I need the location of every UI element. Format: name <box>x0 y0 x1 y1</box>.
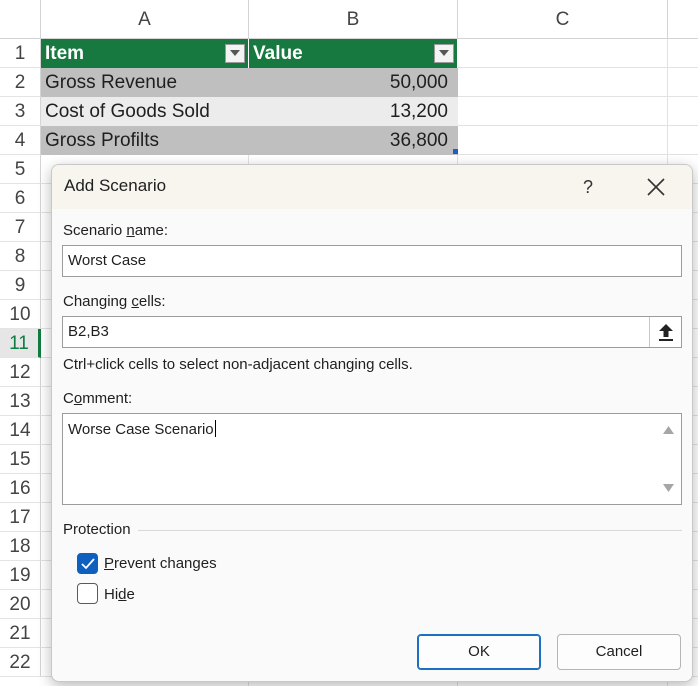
row-header[interactable]: 9 <box>0 271 41 300</box>
table-row-cell-value[interactable]: 13,200 <box>249 97 458 126</box>
row-header[interactable]: 20 <box>0 590 41 619</box>
table-row-cell-item[interactable]: Gross Profilts <box>41 126 249 155</box>
row-header[interactable]: 10 <box>0 300 41 329</box>
table-header-value[interactable]: Value <box>249 39 458 68</box>
row-header[interactable]: 4 <box>0 126 41 155</box>
column-header-a[interactable]: A <box>41 0 249 39</box>
table-resize-handle[interactable] <box>453 149 458 154</box>
hide-checkbox[interactable] <box>77 583 98 604</box>
close-button[interactable] <box>642 173 670 201</box>
changing-cells-value: B2,B3 <box>68 323 109 340</box>
row-header[interactable]: 1 <box>0 39 41 68</box>
row-header[interactable]: 17 <box>0 503 41 532</box>
changing-cells-hint: Ctrl+click cells to select non-adjacent … <box>63 356 413 373</box>
protection-heading: Protection <box>63 521 131 538</box>
prevent-changes-label[interactable]: Prevent changes <box>104 555 217 572</box>
add-scenario-dialog: Add Scenario ? Scenario name: Worst Case… <box>51 164 693 682</box>
protection-divider <box>138 530 682 531</box>
header-item-label: Item <box>45 43 85 64</box>
row-header[interactable]: 6 <box>0 184 41 213</box>
changing-cells-input[interactable]: B2,B3 <box>62 316 682 348</box>
row-header[interactable]: 3 <box>0 97 41 126</box>
checkmark-icon <box>81 558 95 570</box>
filter-dropdown-icon[interactable] <box>225 44 245 63</box>
upload-arrow-icon <box>659 324 673 341</box>
row-header[interactable]: 11 <box>0 329 41 358</box>
comment-scrollbar[interactable] <box>655 414 681 504</box>
row-header[interactable]: 19 <box>0 561 41 590</box>
row-header[interactable]: 14 <box>0 416 41 445</box>
row-header[interactable]: 2 <box>0 68 41 97</box>
prevent-changes-checkbox[interactable] <box>77 553 98 574</box>
row-header[interactable]: 22 <box>0 648 41 677</box>
row-header[interactable]: 8 <box>0 242 41 271</box>
cancel-button[interactable]: Cancel <box>557 634 681 670</box>
row-header[interactable]: 13 <box>0 387 41 416</box>
row-header[interactable]: 21 <box>0 619 41 648</box>
dialog-title: Add Scenario <box>64 176 167 195</box>
table-row-cell-value[interactable]: 36,800 <box>249 126 458 155</box>
filter-dropdown-icon[interactable] <box>434 44 454 63</box>
scroll-up-icon[interactable] <box>663 426 674 434</box>
table-header-item[interactable]: Item <box>41 39 249 68</box>
row-header[interactable]: 5 <box>0 155 41 184</box>
changing-cells-label: Changing cells: <box>63 293 166 310</box>
row-header[interactable]: 16 <box>0 474 41 503</box>
table-row-cell-item[interactable]: Gross Revenue <box>41 68 249 97</box>
column-header-d[interactable] <box>668 0 698 39</box>
scenario-name-label: Scenario name: <box>63 222 169 239</box>
table-row-cell-item[interactable]: Cost of Goods Sold <box>41 97 249 126</box>
row-header[interactable]: 12 <box>0 358 41 387</box>
collapse-dialog-button[interactable] <box>649 317 681 347</box>
header-value-label: Value <box>253 43 303 64</box>
help-button[interactable]: ? <box>574 173 602 201</box>
close-icon <box>647 178 665 196</box>
column-header-c[interactable]: C <box>458 0 668 39</box>
row-header[interactable]: 18 <box>0 532 41 561</box>
comment-textarea[interactable]: Worse Case Scenario <box>62 413 682 505</box>
row-header[interactable]: 15 <box>0 445 41 474</box>
row-header[interactable]: 7 <box>0 213 41 242</box>
comment-value: Worse Case Scenario <box>68 421 214 438</box>
scroll-down-icon[interactable] <box>663 484 674 492</box>
dialog-titlebar[interactable]: Add Scenario ? <box>52 165 692 209</box>
select-all-corner[interactable] <box>0 0 41 39</box>
ok-button[interactable]: OK <box>417 634 541 670</box>
comment-label: Comment: <box>63 390 133 407</box>
table-row-cell-value[interactable]: 50,000 <box>249 68 458 97</box>
column-header-b[interactable]: B <box>249 0 458 39</box>
hide-label[interactable]: Hide <box>104 586 135 603</box>
text-caret <box>214 420 216 437</box>
scenario-name-input[interactable]: Worst Case <box>62 245 682 277</box>
